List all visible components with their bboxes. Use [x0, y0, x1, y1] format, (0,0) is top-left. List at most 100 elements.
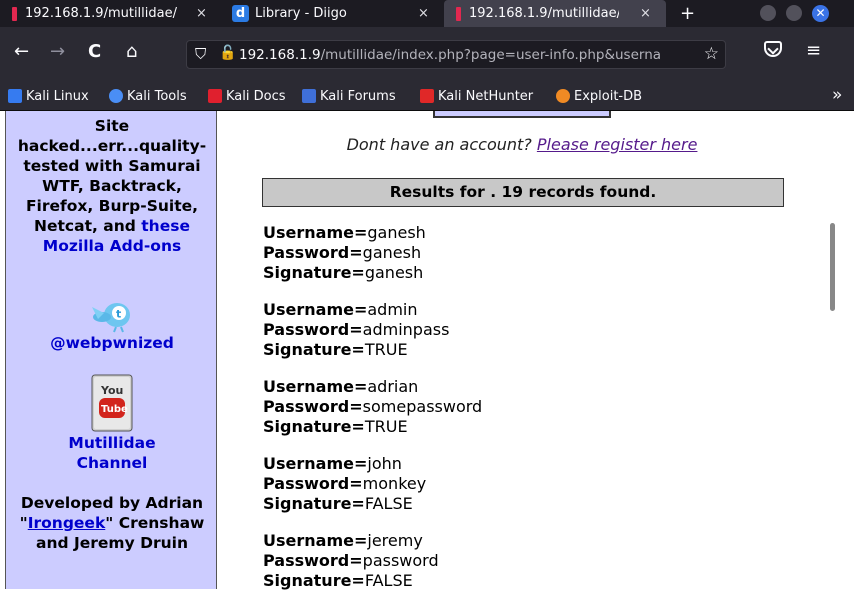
signature-label: Signature= — [263, 571, 365, 590]
pocket-icon[interactable] — [764, 41, 782, 57]
sidebar-line: Firefox, Burp-Suite, — [25, 197, 199, 215]
signature-value: TRUE — [364, 417, 408, 436]
username-label: Username= — [263, 377, 368, 396]
signature-label: Signature= — [263, 417, 365, 436]
bookmark-kali-docs[interactable]: Kali Docs — [208, 87, 286, 105]
forward-button[interactable]: → — [50, 41, 65, 63]
back-button[interactable]: ← — [14, 41, 29, 63]
password-value: somepassword — [362, 397, 483, 416]
sidebar-line: Netcat, and these — [6, 216, 216, 236]
tab-diigo[interactable]: d Library - Diigo × — [222, 0, 440, 27]
reload-button[interactable]: C — [88, 41, 101, 63]
password-value: adminpass — [362, 320, 450, 339]
developer-credit-line: and Jeremy Druin — [36, 534, 188, 552]
scrollbar-thumb[interactable] — [830, 223, 835, 311]
register-link[interactable]: Please register here — [537, 135, 698, 154]
vertical-scrollbar[interactable] — [826, 111, 854, 597]
app-menu-button[interactable]: ≡ — [806, 40, 821, 61]
bookmark-label: Kali Tools — [127, 88, 187, 104]
url-bar[interactable]: ⛉ 🔓 192.168.1.9/mutillidae/index.php?pag… — [186, 40, 726, 69]
kali-dragon-icon — [8, 89, 22, 103]
password-label: Password= — [263, 474, 363, 493]
username-label: Username= — [263, 531, 368, 550]
record-password: Password=ganesh — [263, 243, 426, 263]
kali-favicon-icon — [456, 6, 461, 21]
password-label: Password= — [263, 551, 363, 570]
record: Username=adrian Password=somepassword Si… — [263, 377, 482, 437]
password-label: Password= — [263, 397, 363, 416]
kali-docs-icon — [208, 89, 222, 103]
developer-credit-line: "Irongeek" Crenshaw — [6, 513, 216, 533]
bookmark-label: Kali Linux — [26, 88, 89, 104]
tab-mutillidae-active[interactable]: 192.168.1.9/mutillidae/in × — [444, 0, 666, 27]
record-username: Username=john — [263, 454, 426, 474]
record-username: Username=admin — [263, 300, 449, 320]
username-value: admin — [367, 300, 418, 319]
svg-text:t: t — [116, 308, 121, 321]
bookmarks-overflow-button[interactable]: » — [832, 85, 842, 105]
youtube-channel-link-line1[interactable]: Mutillidae — [6, 433, 216, 453]
url-path: /mutillidae/index.php?page=user-info.php… — [320, 47, 662, 63]
signature-value: ganesh — [364, 263, 424, 282]
record-signature: Signature=ganesh — [263, 263, 426, 283]
password-value: ganesh — [362, 243, 422, 262]
register-prompt-text: Dont have an account? — [346, 135, 537, 154]
login-form-box-edge — [433, 111, 611, 118]
youtube-channel-link-line2[interactable]: Channel — [6, 453, 216, 473]
record: Username=ganesh Password=ganesh Signatur… — [263, 223, 426, 283]
diigo-favicon-icon: d — [232, 5, 249, 22]
sidebar-line: tested with Samurai — [23, 157, 201, 175]
mozilla-addons-link[interactable]: Mozilla Add-ons — [6, 236, 216, 256]
username-label: Username= — [263, 223, 368, 242]
bookmark-exploit-db[interactable]: Exploit-DB — [556, 87, 642, 105]
record-username: Username=ganesh — [263, 223, 426, 243]
record-signature: Signature=FALSE — [263, 571, 439, 591]
record: Username=john Password=monkey Signature=… — [263, 454, 426, 514]
new-tab-button[interactable]: + — [680, 3, 695, 24]
main-content: Dont have an account? Please register he… — [218, 111, 826, 597]
tab-mutillidae-1[interactable]: 192.168.1.9/mutillidae/ × — [0, 0, 220, 27]
bookmark-kali-tools[interactable]: Kali Tools — [109, 87, 187, 105]
these-link[interactable]: these — [141, 217, 190, 235]
password-value: monkey — [362, 474, 427, 493]
url-text[interactable]: 192.168.1.9/mutillidae/index.php?page=us… — [239, 47, 661, 63]
bookmark-star-icon[interactable]: ☆ — [699, 44, 719, 64]
navigation-toolbar: ← → C ⌂ ⛉ 🔓 192.168.1.9/mutillidae/index… — [0, 27, 854, 79]
twitter-handle-link[interactable]: @webpwnized — [6, 333, 216, 353]
sidebar-line: hacked...err...quality- — [17, 137, 207, 155]
bookmark-label: Kali Forums — [320, 88, 396, 104]
tab-close-icon[interactable]: × — [196, 6, 207, 21]
tab-title: Library - Diigo — [255, 6, 347, 21]
record-signature: Signature=TRUE — [263, 417, 482, 437]
svg-text:You: You — [100, 384, 123, 397]
tracking-shield-icon[interactable]: ⛉ — [195, 45, 206, 63]
home-button[interactable]: ⌂ — [126, 41, 137, 63]
tab-bar: 192.168.1.9/mutillidae/ × d Library - Di… — [0, 0, 854, 27]
record-password: Password=adminpass — [263, 320, 449, 340]
nethunter-icon — [420, 89, 434, 103]
record-signature: Signature=TRUE — [263, 340, 449, 360]
username-label: Username= — [263, 300, 368, 319]
minimize-icon[interactable] — [760, 5, 776, 21]
kali-favicon-icon — [12, 6, 17, 21]
twitter-bird-icon[interactable]: t — [90, 297, 138, 333]
tab-close-icon[interactable]: × — [640, 6, 651, 21]
youtube-icon[interactable]: You Tube — [91, 374, 133, 432]
username-value: adrian — [367, 377, 419, 396]
bookmark-kali-nethunter[interactable]: Kali NetHunter — [420, 87, 533, 105]
tab-close-icon[interactable]: × — [418, 6, 429, 21]
tab-title: 192.168.1.9/mutillidae/in — [469, 6, 619, 21]
insecure-lock-icon[interactable]: 🔓 — [219, 45, 236, 61]
signature-value: FALSE — [364, 571, 413, 590]
tab-title: 192.168.1.9/mutillidae/ — [25, 6, 177, 21]
bookmark-kali-linux[interactable]: Kali Linux — [8, 87, 89, 105]
window-close-icon[interactable]: ✕ — [812, 5, 829, 22]
username-value: john — [367, 454, 402, 473]
quote-mark: " — [19, 514, 28, 532]
bookmark-kali-forums[interactable]: Kali Forums — [302, 87, 396, 105]
kali-tools-icon — [109, 89, 123, 103]
signature-value: FALSE — [364, 494, 413, 513]
maximize-icon[interactable] — [786, 5, 802, 21]
exploit-db-icon — [556, 89, 570, 103]
irongeek-link[interactable]: Irongeek — [28, 514, 106, 532]
